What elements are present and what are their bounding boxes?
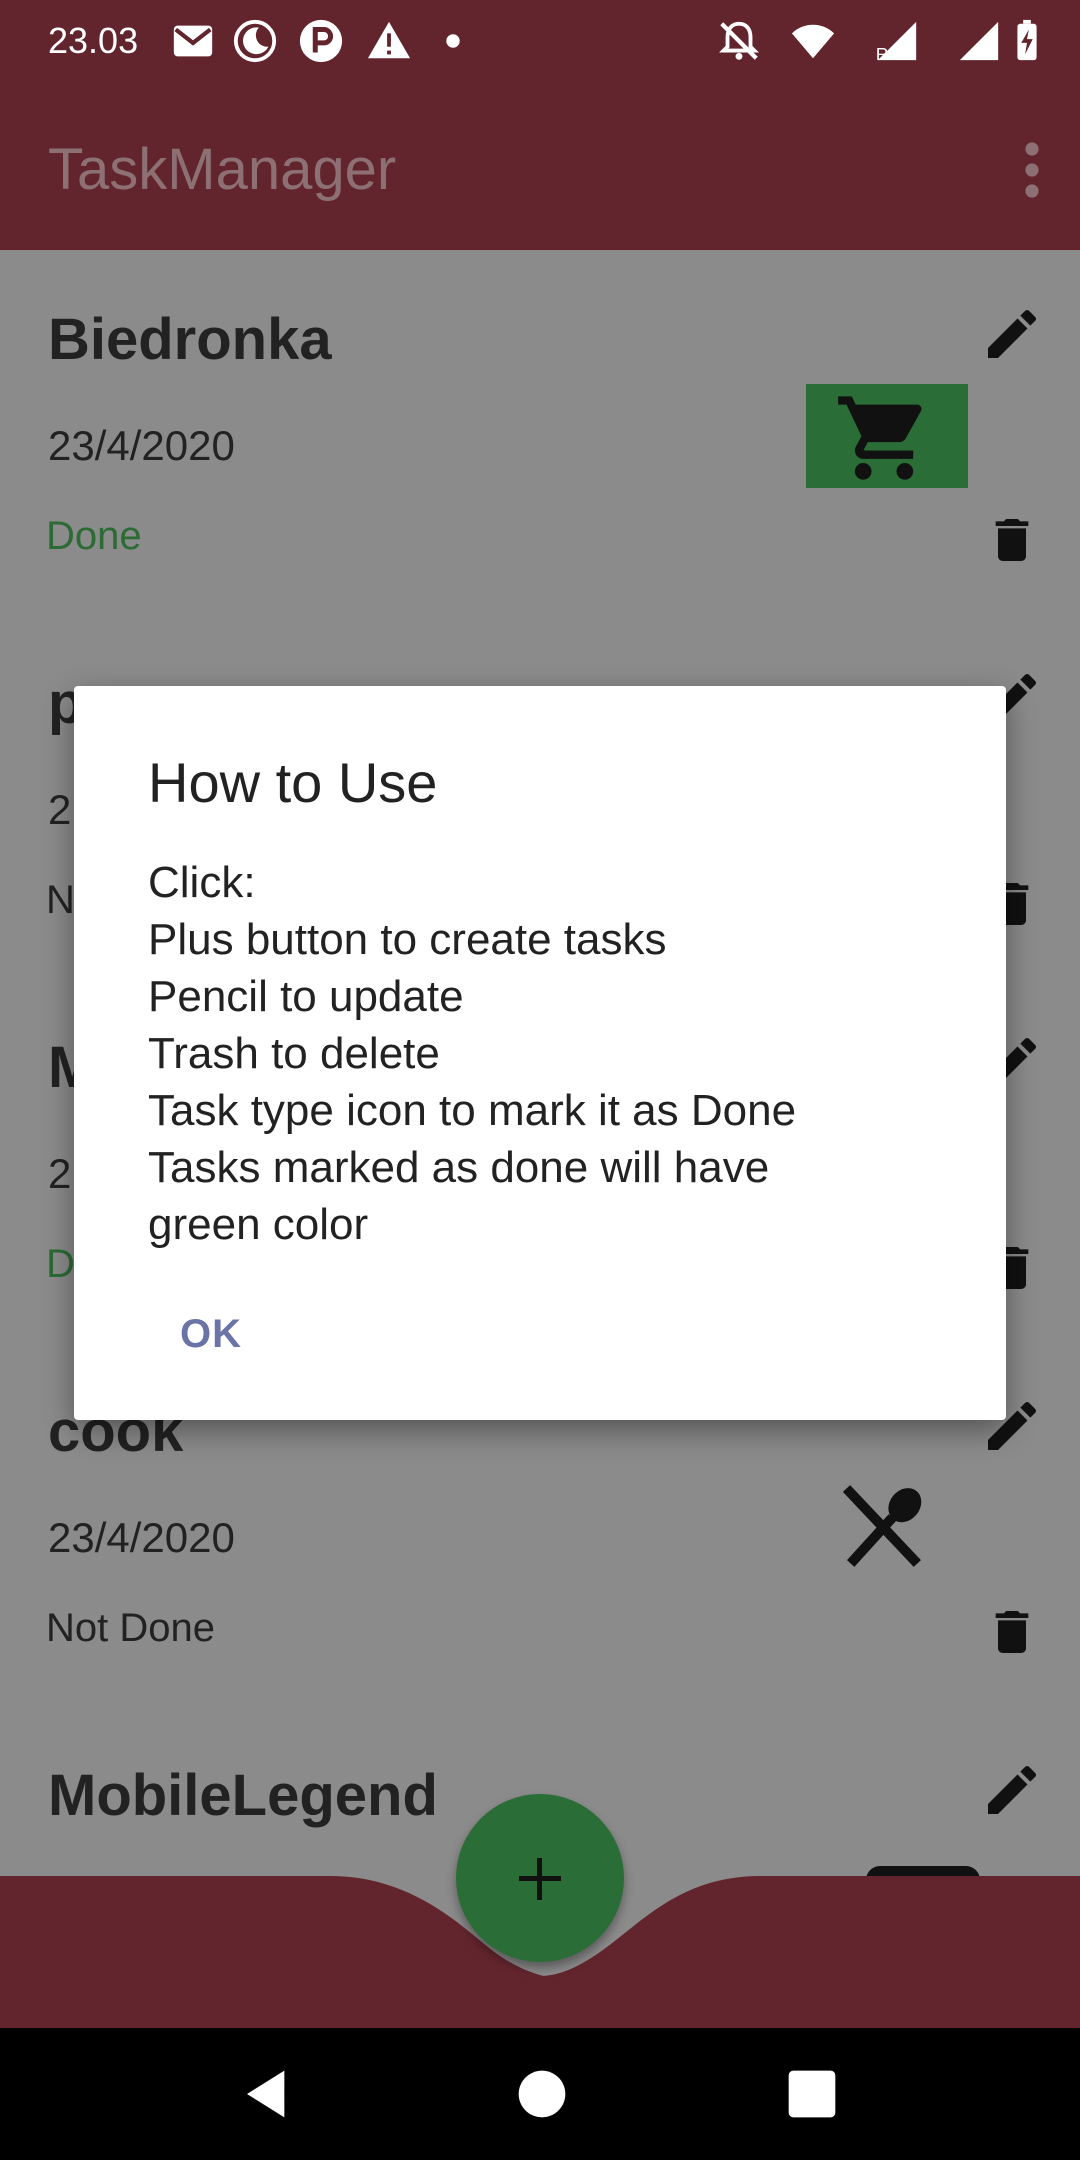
- dialog-line: Pencil to update: [148, 972, 464, 1021]
- task-name: Biedronka: [48, 307, 332, 372]
- battery-charging-icon: [1017, 19, 1037, 61]
- signal-roaming-icon: R: [876, 21, 917, 64]
- dialog-line: green color: [148, 1200, 369, 1249]
- back-icon[interactable]: [240, 2066, 296, 2122]
- task-item[interactable]: Biedronka 23/4/2020 Done: [0, 250, 1080, 614]
- svg-text:R: R: [876, 44, 888, 64]
- dialog-line: Tasks marked as done will have: [148, 1143, 770, 1192]
- add-task-button[interactable]: [456, 1794, 624, 1962]
- how-to-use-dialog: How to Use Click: Plus button to create …: [74, 686, 1006, 1420]
- dialog-title: How to Use: [148, 751, 438, 814]
- dialog-line: Click:: [148, 858, 256, 907]
- task-type-button[interactable]: [806, 384, 968, 488]
- app-bar: TaskManager: [0, 84, 1080, 250]
- utensils-icon: [842, 1485, 922, 1567]
- recents-icon[interactable]: [784, 2066, 840, 2122]
- warning-icon: [367, 21, 411, 59]
- more-vert-icon[interactable]: [1020, 140, 1044, 200]
- task-date: 2: [48, 1150, 72, 1197]
- dialog-line: Task type icon to mark it as Done: [148, 1086, 797, 1135]
- task-name: MobileLegend: [48, 1763, 438, 1828]
- task-status: Done: [46, 514, 142, 558]
- cart-icon: [838, 396, 922, 480]
- pencil-icon[interactable]: [980, 302, 1044, 366]
- status-bar: 23.03 R: [0, 0, 1080, 84]
- p-icon: [299, 19, 343, 63]
- task-date: 23/4/2020: [48, 1514, 235, 1561]
- ok-button[interactable]: OK: [174, 1304, 248, 1365]
- task-date: 23/4/2020: [48, 422, 235, 469]
- pencil-icon[interactable]: [980, 1758, 1044, 1822]
- bell-off-icon: [719, 21, 759, 60]
- signal-icon: [959, 21, 999, 61]
- moon-icon: [233, 19, 277, 63]
- task-status: N: [46, 878, 75, 922]
- dialog-line: Plus button to create tasks: [148, 915, 667, 964]
- trash-icon[interactable]: [984, 1600, 1040, 1664]
- task-status: Not Done: [46, 1606, 215, 1650]
- dialog-line: Trash to delete: [148, 1029, 440, 1078]
- gmail-icon: [173, 25, 213, 57]
- task-status: D: [46, 1242, 75, 1286]
- wifi-icon: [791, 24, 835, 59]
- status-time: 23.03: [48, 20, 139, 61]
- task-type-button[interactable]: [806, 1476, 968, 1580]
- home-icon[interactable]: [514, 2066, 570, 2122]
- task-date: 2: [48, 786, 72, 833]
- plus-icon: [519, 1858, 561, 1900]
- dialog-message: Click: Plus button to create tasks Penci…: [148, 854, 948, 1253]
- trash-icon[interactable]: [984, 508, 1040, 572]
- dot-icon: [446, 34, 460, 48]
- app-title: TaskManager: [48, 137, 397, 202]
- navigation-bar: [0, 2028, 1080, 2160]
